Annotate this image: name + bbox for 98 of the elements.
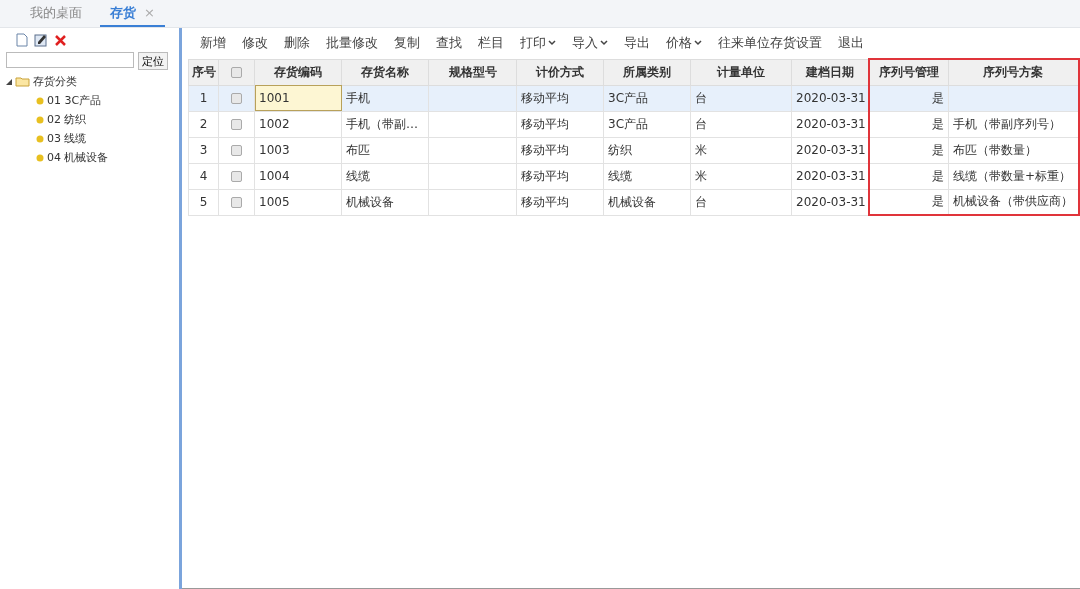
table-cell: 1002 xyxy=(259,117,290,131)
toolbar-button[interactable]: 退出 xyxy=(838,34,864,52)
table-cell: 是 xyxy=(932,90,944,105)
table-cell: 2020-03-31 xyxy=(796,143,866,157)
table-cell: 2 xyxy=(188,111,219,137)
tree-item[interactable]: 04 机械设备 xyxy=(47,150,109,165)
table-cell: 2020-03-31 xyxy=(796,169,866,183)
expanded-arrow-icon[interactable] xyxy=(6,78,12,85)
folder-icon xyxy=(15,76,30,87)
table-cell: 是 xyxy=(932,194,944,209)
checkbox[interactable] xyxy=(231,67,242,78)
toolbar-button[interactable]: 批量修改 xyxy=(326,34,378,52)
table-cell: 是 xyxy=(932,116,944,131)
table-row[interactable]: 2 1002 手机（带副… 移动平均 3C产品 台 2020-03-31 是 手机（带副序列号） xyxy=(188,111,1079,137)
column-header: 建档日期 xyxy=(791,59,869,85)
table-cell: 台 xyxy=(695,90,707,105)
toolbar-button[interactable]: 导入 xyxy=(572,34,608,52)
table-cell: 线缆 xyxy=(608,168,632,183)
column-header: 计量单位 xyxy=(690,59,792,85)
toolbar-button[interactable]: 价格 xyxy=(666,34,702,52)
table-cell: 4 xyxy=(188,163,219,189)
dot-icon xyxy=(36,134,44,143)
table-cell: 机械设备（带供应商） xyxy=(953,194,1073,209)
dot-icon xyxy=(36,153,44,162)
table-cell: 线缆（带数量+标重） xyxy=(953,168,1072,183)
toolbar-button[interactable]: 往来单位存货设置 xyxy=(718,34,822,52)
table-cell: 台 xyxy=(695,194,707,209)
tab[interactable]: 存货 × xyxy=(100,0,165,27)
new-document-icon[interactable] xyxy=(16,33,28,47)
table-cell: 5 xyxy=(188,189,219,215)
table-cell: 机械设备 xyxy=(608,194,656,209)
table-row[interactable]: 5 1005 机械设备 移动平均 机械设备 台 2020-03-31 是 机械设备（带供应商） xyxy=(188,189,1079,215)
table-cell: 米 xyxy=(695,168,707,183)
toolbar-button[interactable]: 栏目 xyxy=(478,34,504,52)
table-cell: 移动平均 xyxy=(521,116,569,131)
caret-icon xyxy=(548,40,556,46)
table-cell: 线缆 xyxy=(346,168,370,183)
column-header: 存货名称 xyxy=(341,59,429,85)
table-cell: 布匹（带数量） xyxy=(953,142,1037,157)
edit-icon[interactable] xyxy=(34,33,48,47)
table-cell: 手机（带副… xyxy=(346,116,418,131)
table-cell: 手机 xyxy=(346,90,370,105)
table-cell: 1003 xyxy=(259,143,290,157)
toolbar-button[interactable]: 删除 xyxy=(284,34,310,52)
column-header: 所属类别 xyxy=(603,59,691,85)
table-cell: 2020-03-31 xyxy=(796,91,866,105)
toolbar-button[interactable]: 导出 xyxy=(624,34,650,52)
column-header: 计价方式 xyxy=(516,59,604,85)
checkbox[interactable] xyxy=(231,197,242,208)
locate-button[interactable]: 定位 xyxy=(138,52,168,70)
toolbar-button[interactable]: 查找 xyxy=(436,34,462,52)
table-cell: 台 xyxy=(695,116,707,131)
table-row[interactable]: 3 1003 布匹 移动平均 纺织 米 2020-03-31 是 布匹（带数量） xyxy=(188,137,1079,163)
checkbox[interactable] xyxy=(231,145,242,156)
table-cell: 是 xyxy=(932,168,944,183)
dot-icon xyxy=(36,96,44,105)
toolbar-button[interactable]: 打印 xyxy=(520,34,556,52)
checkbox[interactable] xyxy=(231,93,242,104)
table-cell: 手机（带副序列号） xyxy=(953,116,1061,131)
tree-item[interactable]: 存货分类 xyxy=(33,74,77,89)
table-row[interactable]: 4 1004 线缆 移动平均 线缆 米 2020-03-31 是 线缆（带数量+标重） xyxy=(188,163,1079,189)
column-header: 存货编码 xyxy=(254,59,342,85)
table-cell: 3C产品 xyxy=(608,90,648,105)
table-cell: 2020-03-31 xyxy=(796,117,866,131)
table-cell: 移动平均 xyxy=(521,142,569,157)
column-header: 规格型号 xyxy=(428,59,517,85)
toolbar-button[interactable]: 复制 xyxy=(394,34,420,52)
table-cell: 移动平均 xyxy=(521,90,569,105)
table-cell: 移动平均 xyxy=(521,194,569,209)
table-cell: 米 xyxy=(695,142,707,157)
tree-item[interactable]: 02 纺织 xyxy=(47,112,87,127)
column-header: 序号 xyxy=(188,59,219,85)
table-cell: 纺织 xyxy=(608,142,632,157)
table-cell: 1005 xyxy=(259,195,290,209)
table-cell: 是 xyxy=(932,142,944,157)
table-cell: 2020-03-31 xyxy=(796,195,866,209)
checkbox[interactable] xyxy=(231,171,242,182)
tree-item[interactable]: 01 3C产品 xyxy=(47,93,102,108)
tree-item[interactable]: 03 线缆 xyxy=(47,131,87,146)
table-cell: 移动平均 xyxy=(521,168,569,183)
checkbox[interactable] xyxy=(231,119,242,130)
caret-icon xyxy=(600,40,608,46)
toolbar-button[interactable]: 新增 xyxy=(200,34,226,52)
table-row[interactable]: 1 1001 手机 移动平均 3C产品 台 2020-03-31 是 xyxy=(188,85,1079,111)
table-cell: 机械设备 xyxy=(346,194,394,209)
table-cell: 1 xyxy=(188,85,219,111)
dot-icon xyxy=(36,115,44,124)
caret-icon xyxy=(694,40,702,46)
delete-icon[interactable] xyxy=(54,33,67,47)
toolbar-button[interactable]: 修改 xyxy=(242,34,268,52)
column-header: 序列号方案 xyxy=(948,59,1079,85)
search-field[interactable] xyxy=(6,52,134,68)
table-cell: 布匹 xyxy=(346,142,370,157)
table-cell: 3C产品 xyxy=(608,116,648,131)
table-cell: 3 xyxy=(188,137,219,163)
column-header: 序列号管理 xyxy=(868,59,949,85)
table-cell: 1001 xyxy=(259,91,290,105)
table-cell: 1004 xyxy=(259,169,290,183)
